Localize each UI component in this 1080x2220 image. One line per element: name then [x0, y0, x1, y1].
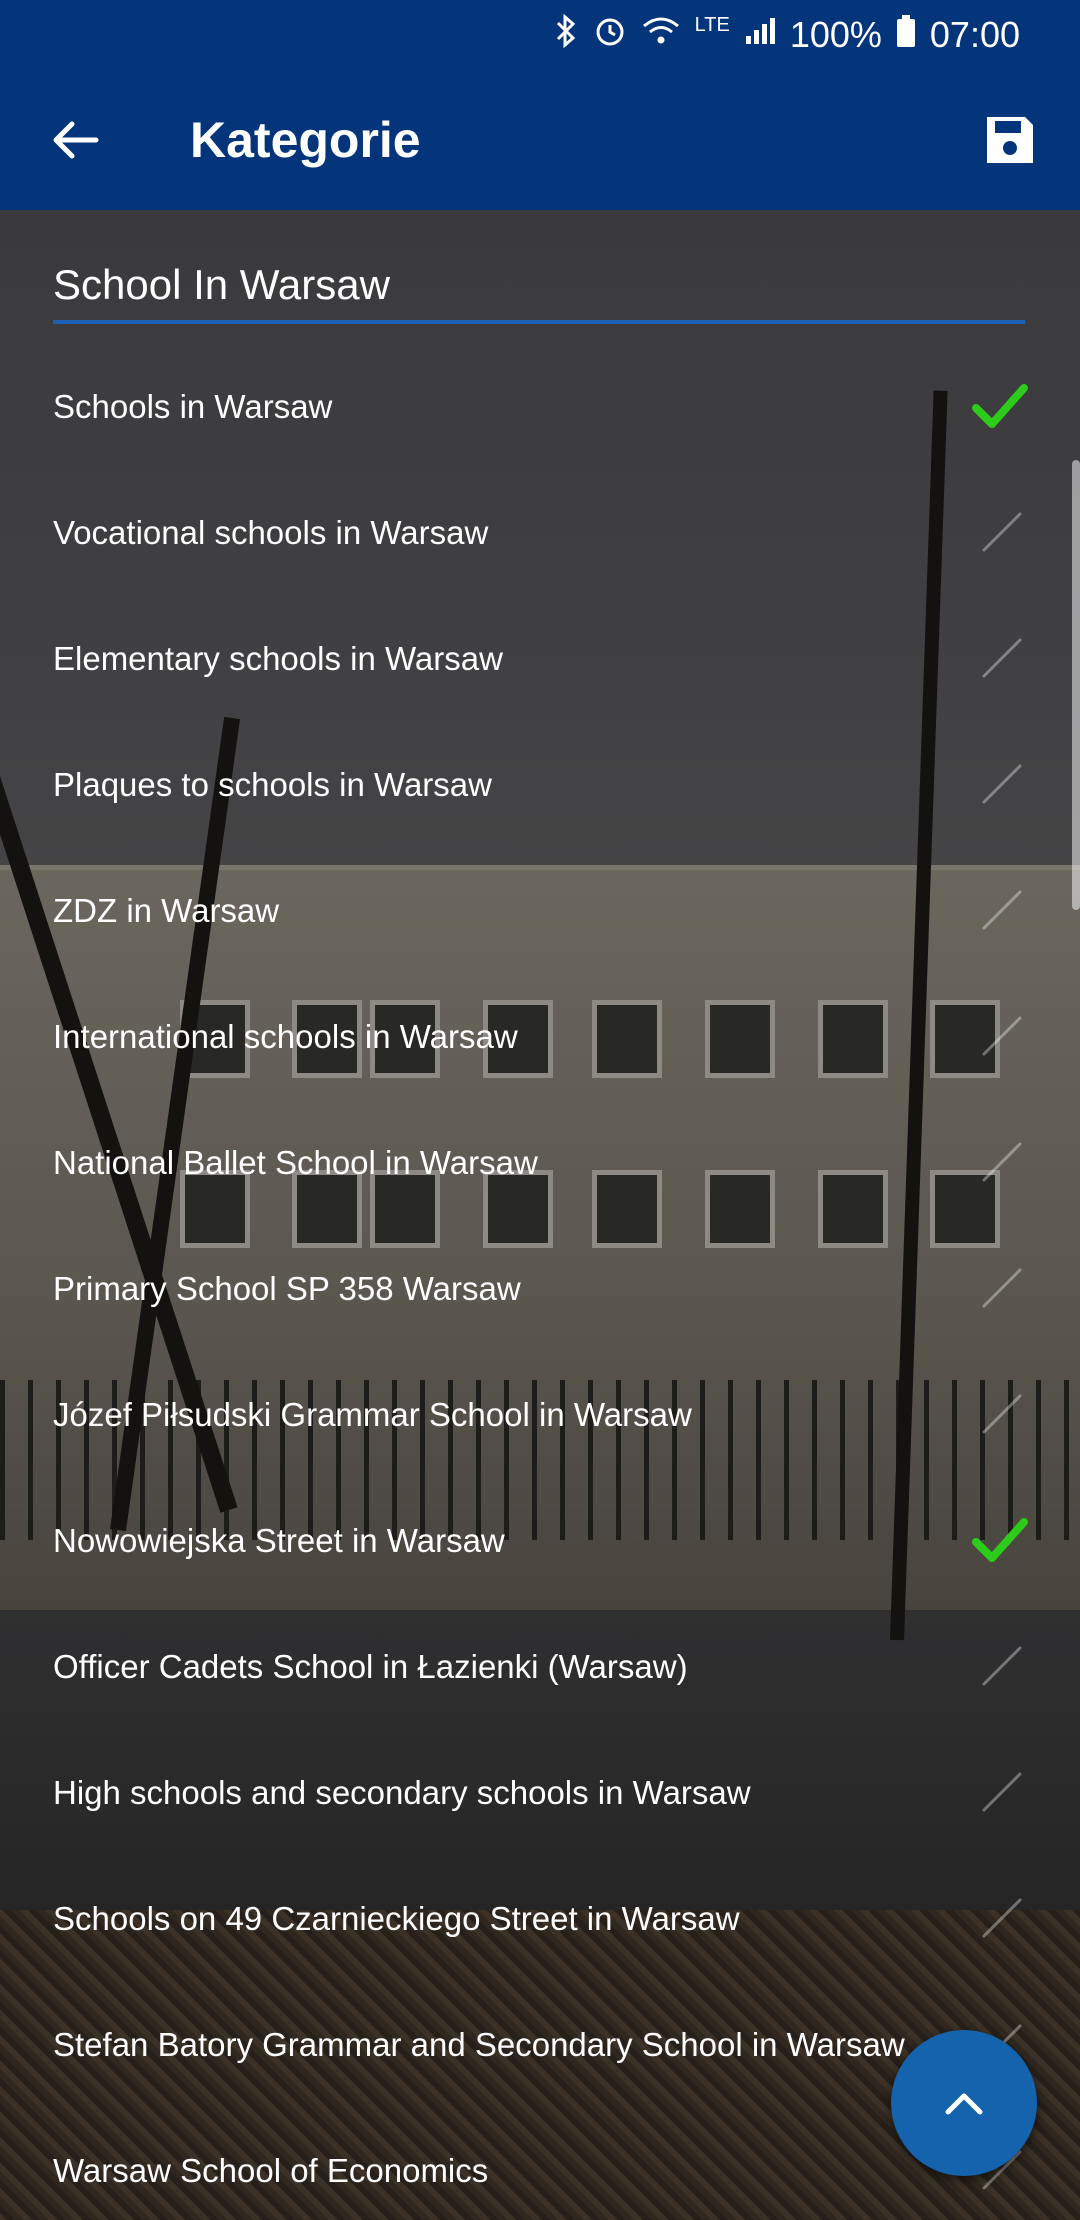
network-type: LTE — [694, 14, 730, 36]
category-label: Schools on 49 Czarnieckiego Street in Wa… — [53, 1900, 740, 1937]
category-row[interactable]: National Ballet School in Warsaw — [0, 1100, 1080, 1226]
category-label: High schools and secondary schools in Wa… — [53, 1774, 751, 1811]
category-row[interactable]: Józef Piłsudski Grammar School in Warsaw — [0, 1352, 1080, 1478]
category-label: Stefan Batory Grammar and Secondary Scho… — [53, 2026, 905, 2063]
checkmark-unselected-icon[interactable] — [970, 634, 1030, 684]
checkmark-unselected-icon[interactable] — [970, 1012, 1030, 1062]
floppy-disk-icon — [987, 117, 1033, 163]
chevron-up-icon — [945, 2093, 983, 2115]
battery-percent: 100% — [789, 14, 882, 55]
scroll-to-top-button[interactable] — [891, 2030, 1037, 2176]
checkmark-unselected-icon[interactable] — [970, 1264, 1030, 1314]
search-underline — [53, 320, 1025, 324]
category-row[interactable]: High schools and secondary schools in Wa… — [0, 1730, 1080, 1856]
category-label: Plaques to schools in Warsaw — [53, 766, 492, 803]
category-label: International schools in Warsaw — [53, 1018, 518, 1055]
category-label: Nowowiejska Street in Warsaw — [53, 1522, 505, 1559]
category-row[interactable]: Plaques to schools in Warsaw — [0, 722, 1080, 848]
status-bar: LTE 100% 07:00 — [0, 0, 1080, 70]
arrow-left-icon — [53, 121, 99, 159]
battery-icon — [896, 14, 916, 56]
checkmark-selected-icon[interactable] — [970, 1516, 1030, 1566]
checkmark-unselected-icon[interactable] — [970, 1642, 1030, 1692]
category-row[interactable]: Nowowiejska Street in Warsaw — [0, 1478, 1080, 1604]
category-label: Warsaw School of Economics — [53, 2152, 489, 2189]
search-field[interactable] — [53, 250, 1025, 324]
checkmark-unselected-icon[interactable] — [970, 1390, 1030, 1440]
category-label: Officer Cadets School in Łazienki (Warsa… — [53, 1648, 688, 1685]
screen: LTE 100% 07:00 Kategorie School In Warsa… — [0, 0, 1080, 2220]
scrollbar[interactable] — [1072, 460, 1080, 910]
checkmark-unselected-icon[interactable] — [970, 508, 1030, 558]
category-row[interactable]: ZDZ in Warsaw — [0, 848, 1080, 974]
checkmark-unselected-icon[interactable] — [970, 1138, 1030, 1188]
checkmark-unselected-icon[interactable] — [970, 760, 1030, 810]
category-list: Schools in Warsaw Vocational schools in W… — [0, 344, 1080, 2220]
category-row[interactable]: Officer Cadets School in Łazienki (Warsa… — [0, 1604, 1080, 1730]
signal-icon — [744, 16, 776, 54]
category-row[interactable]: International schools in Warsaw — [0, 974, 1080, 1100]
category-label: Józef Piłsudski Grammar School in Warsaw — [53, 1396, 692, 1433]
page-title: Kategorie — [190, 112, 421, 168]
category-row[interactable]: Vocational schools in Warsaw — [0, 470, 1080, 596]
alarm-icon — [593, 14, 627, 56]
category-label: Schools in Warsaw — [53, 388, 333, 425]
checkmark-unselected-icon[interactable] — [970, 1768, 1030, 1818]
checkmark-selected-icon[interactable] — [970, 382, 1030, 432]
search-input[interactable] — [53, 250, 1025, 320]
category-row[interactable]: Schools in Warsaw — [0, 344, 1080, 470]
category-label: Vocational schools in Warsaw — [53, 514, 489, 551]
category-label: Primary School SP 358 Warsaw — [53, 1270, 521, 1307]
category-label: Elementary schools in Warsaw — [53, 640, 503, 677]
category-row[interactable]: Elementary schools in Warsaw — [0, 596, 1080, 722]
save-button[interactable] — [978, 108, 1042, 172]
checkmark-unselected-icon[interactable] — [970, 1894, 1030, 1944]
app-bar: Kategorie — [0, 70, 1080, 210]
category-row[interactable]: Schools on 49 Czarnieckiego Street in Wa… — [0, 1856, 1080, 1982]
checkmark-unselected-icon[interactable] — [970, 886, 1030, 936]
back-button[interactable] — [44, 108, 108, 172]
category-label: ZDZ in Warsaw — [53, 892, 280, 929]
category-label: National Ballet School in Warsaw — [53, 1144, 538, 1181]
wifi-icon — [641, 15, 681, 55]
category-row[interactable]: Primary School SP 358 Warsaw — [0, 1226, 1080, 1352]
clock: 07:00 — [929, 14, 1020, 55]
bluetooth-icon — [553, 13, 579, 56]
